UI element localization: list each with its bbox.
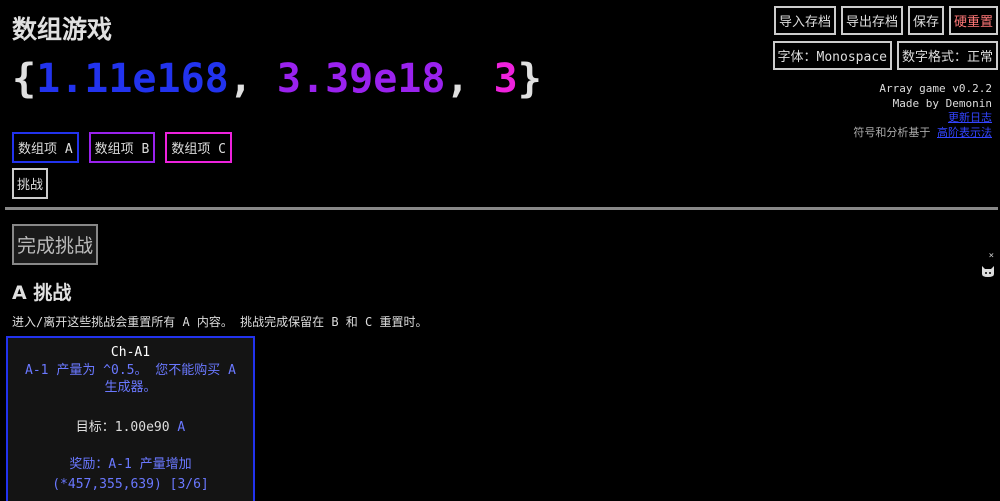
challenge-card-a1[interactable]: Ch-A1 A-1 产量为 ^0.5。 您不能购买 A 生成器。 目标：1.00… [6,336,255,501]
version-text: Array game v0.2.2 [879,82,992,95]
challenge-description-line: A-1 产量为 ^0.5。 您不能购买 A [25,363,236,378]
array-value-c: 3 [493,56,518,102]
font-toggle-button[interactable]: 字体：Monospace [772,41,892,70]
array-value-a: 1.11e168 [36,56,229,102]
array-separator: , [228,56,277,102]
changelog-link[interactable]: 更新日志 [948,111,992,124]
tab-array-b[interactable]: 数组项 B [88,132,156,163]
side-widget[interactable]: × [980,251,996,279]
challenge-description: A-1 产量为 ^0.5。 您不能购买 A 生成器。 [8,362,253,396]
reward-value: (*457,355,639) [3/6] [52,477,209,492]
import-save-button[interactable]: 导入存档 [773,6,836,35]
section-title: A 挑战 [12,282,72,304]
challenge-description-line: 生成器。 [104,380,157,395]
goal-value: 1.00e90 [114,420,170,435]
reward-label: 奖励：A-1 产量增加 [69,457,192,472]
section-description: 进入/离开这些挑战会重置所有 A 内容。 挑战完成保留在 B 和 C 重置时。 [12,315,428,329]
app-title: 数组游戏 [12,15,113,44]
array-close-brace: } [517,56,542,102]
game-info: Array game v0.2.2 Made by Demonin 更新日志 符… [853,82,992,140]
author-text: Made by Demonin [892,96,992,110]
challenge-reward: 奖励：A-1 产量增加 (*457,355,639) [3/6] [8,455,253,495]
array-value-b: 3.39e18 [276,56,446,102]
array-tabs: 数组项 A 数组项 B 数组项 C [12,132,232,163]
header-actions: 导入存档 导出存档 保存 硬重置 [773,6,998,35]
page: 数组游戏 {1.11e168, 3.39e18, 3} 数组项 A 数组项 B … [0,0,1000,501]
close-icon[interactable]: × [989,251,994,261]
array-open-brace: { [12,56,37,102]
array-separator: , [445,56,494,102]
export-save-button[interactable]: 导出存档 [840,6,903,35]
notation-prefix: 符号和分析基于 [853,125,931,139]
tab-challenges[interactable]: 挑战 [12,168,49,199]
array-display: {1.11e168, 3.39e18, 3} [12,56,542,102]
complete-challenge-button[interactable]: 完成挑战 [12,224,99,265]
header-settings: 字体：Monospace 数字格式：正常 [772,41,998,70]
cat-icon [981,263,995,282]
goal-unit: A [177,420,186,435]
divider [5,207,998,210]
save-button[interactable]: 保存 [907,6,944,35]
hard-reset-button[interactable]: 硬重置 [948,6,998,35]
challenge-name: Ch-A1 [110,345,151,360]
notation-link[interactable]: 高阶表示法 [937,126,992,139]
tab-array-c[interactable]: 数组项 C [165,132,232,163]
number-format-button[interactable]: 数字格式：正常 [896,41,998,70]
challenge-goal: 目标：1.00e90 A [8,416,253,435]
goal-label: 目标： [75,420,115,435]
tab-array-a[interactable]: 数组项 A [12,132,79,163]
